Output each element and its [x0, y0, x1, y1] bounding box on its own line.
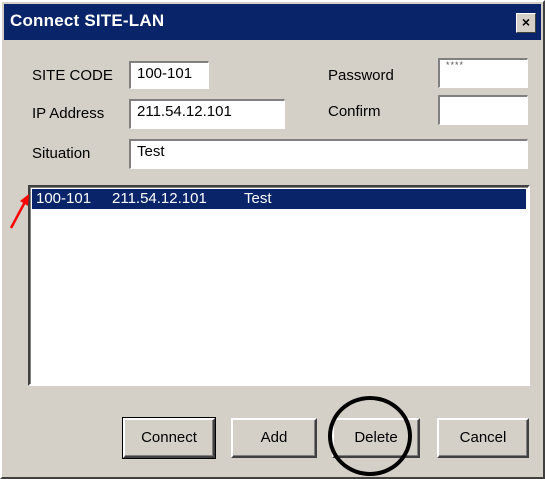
red-arrow-annotation	[9, 194, 29, 229]
situation-label: Situation	[32, 145, 91, 162]
connect-site-lan-dialog: Connect SITE-LAN × SITE CODE 100-101 Pas…	[0, 0, 545, 479]
list-item-ip: 211.54.12.101	[112, 190, 207, 207]
list-item-selected[interactable]: 100-101 211.54.12.101 Test	[32, 189, 526, 209]
add-button[interactable]: Add	[231, 418, 317, 458]
password-label: Password	[328, 67, 394, 84]
ip-address-label: IP Address	[32, 105, 105, 122]
title-bar[interactable]: Connect SITE-LAN ×	[4, 4, 541, 40]
confirm-label: Confirm	[328, 103, 381, 120]
site-code-field[interactable]: 100-101	[129, 61, 209, 89]
close-button[interactable]: ×	[516, 13, 536, 33]
connect-button[interactable]: Connect	[122, 417, 216, 459]
ip-address-field[interactable]: 211.54.12.101	[129, 99, 285, 129]
confirm-field[interactable]	[438, 95, 528, 125]
list-item-site-code: 100-101	[36, 190, 92, 207]
password-field[interactable]: ****	[438, 58, 528, 88]
window-title: Connect SITE-LAN	[10, 11, 165, 30]
close-icon: ×	[521, 14, 531, 30]
situation-field[interactable]: Test	[129, 139, 528, 169]
cancel-button[interactable]: Cancel	[437, 418, 529, 458]
site-list[interactable]: 100-101 211.54.12.101 Test	[28, 185, 530, 386]
circle-annotation	[328, 396, 412, 476]
list-item-situation: Test	[244, 190, 272, 207]
site-code-label: SITE CODE	[32, 67, 113, 84]
